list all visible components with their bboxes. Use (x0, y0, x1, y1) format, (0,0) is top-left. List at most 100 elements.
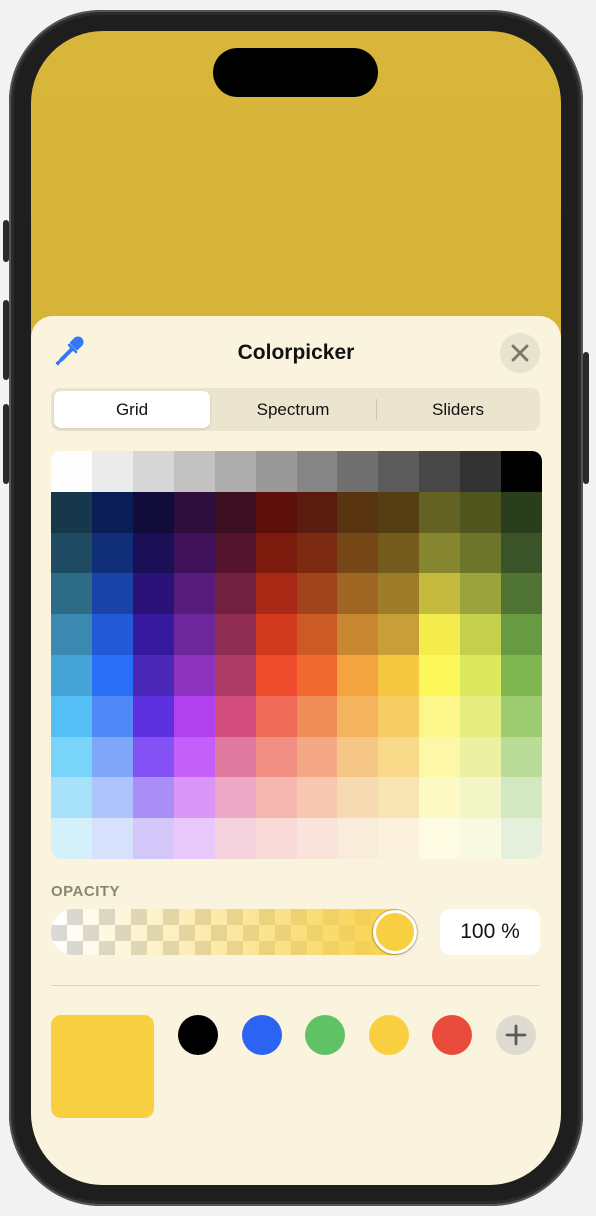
grid-color-cell[interactable] (91, 818, 133, 859)
grid-color-cell[interactable] (460, 654, 502, 696)
grid-color-cell[interactable] (296, 695, 338, 737)
grid-color-cell[interactable] (173, 614, 215, 655)
grid-color-cell[interactable] (296, 654, 338, 696)
grid-color-cell[interactable] (132, 654, 174, 696)
grid-color-cell[interactable] (214, 573, 256, 615)
grid-color-cell[interactable] (214, 491, 256, 533)
grid-color-cell[interactable] (132, 818, 174, 859)
grid-color-cell[interactable] (296, 491, 338, 533)
grid-color-cell[interactable] (173, 736, 215, 778)
grid-color-cell[interactable] (501, 491, 542, 533)
grid-color-cell[interactable] (91, 777, 133, 819)
grid-color-cell[interactable] (419, 654, 461, 696)
grid-color-cell[interactable] (378, 736, 420, 778)
grid-color-cell[interactable] (378, 614, 420, 655)
grid-color-cell[interactable] (173, 491, 215, 533)
grid-color-cell[interactable] (91, 573, 133, 615)
grid-color-cell[interactable] (296, 818, 338, 859)
grid-color-cell[interactable] (296, 777, 338, 819)
grid-color-cell[interactable] (460, 614, 502, 655)
grid-color-cell[interactable] (378, 451, 420, 492)
grid-color-cell[interactable] (378, 573, 420, 615)
grid-color-cell[interactable] (51, 614, 92, 655)
opacity-slider-thumb[interactable] (373, 910, 417, 954)
grid-color-cell[interactable] (51, 654, 92, 696)
grid-color-cell[interactable] (214, 777, 256, 819)
grid-color-cell[interactable] (173, 451, 215, 492)
grid-color-cell[interactable] (132, 451, 174, 492)
grid-color-cell[interactable] (501, 654, 542, 696)
grid-color-cell[interactable] (460, 532, 502, 574)
grid-color-cell[interactable] (460, 451, 502, 492)
grid-color-cell[interactable] (419, 573, 461, 615)
grid-color-cell[interactable] (460, 573, 502, 615)
opacity-slider[interactable] (51, 909, 417, 955)
grid-color-cell[interactable] (132, 614, 174, 655)
grid-color-cell[interactable] (91, 695, 133, 737)
grid-color-cell[interactable] (132, 736, 174, 778)
grid-color-cell[interactable] (337, 695, 379, 737)
grid-color-cell[interactable] (419, 451, 461, 492)
grid-color-cell[interactable] (173, 818, 215, 859)
grid-color-cell[interactable] (337, 777, 379, 819)
grid-color-cell[interactable] (419, 614, 461, 655)
grid-color-cell[interactable] (255, 818, 297, 859)
grid-color-cell[interactable] (255, 695, 297, 737)
grid-color-cell[interactable] (501, 614, 542, 655)
grid-color-cell[interactable] (173, 532, 215, 574)
grid-color-cell[interactable] (255, 573, 297, 615)
grid-color-cell[interactable] (51, 491, 92, 533)
grid-color-cell[interactable] (337, 818, 379, 859)
grid-color-cell[interactable] (296, 532, 338, 574)
grid-color-cell[interactable] (214, 818, 256, 859)
grid-color-cell[interactable] (501, 736, 542, 778)
tab-spectrum[interactable]: Spectrum (213, 391, 373, 428)
saved-color-red[interactable] (432, 1015, 472, 1055)
grid-color-cell[interactable] (378, 491, 420, 533)
grid-color-cell[interactable] (214, 451, 256, 492)
grid-color-cell[interactable] (337, 532, 379, 574)
grid-color-cell[interactable] (132, 573, 174, 615)
grid-color-cell[interactable] (460, 818, 502, 859)
grid-color-cell[interactable] (255, 736, 297, 778)
grid-color-cell[interactable] (460, 491, 502, 533)
tab-grid[interactable]: Grid (54, 391, 210, 428)
grid-color-cell[interactable] (91, 451, 133, 492)
grid-color-cell[interactable] (419, 818, 461, 859)
grid-color-cell[interactable] (419, 491, 461, 533)
grid-color-cell[interactable] (501, 818, 542, 859)
grid-color-cell[interactable] (337, 614, 379, 655)
grid-color-cell[interactable] (91, 491, 133, 533)
grid-color-cell[interactable] (501, 573, 542, 615)
current-color-swatch[interactable] (51, 1015, 154, 1118)
grid-color-cell[interactable] (91, 614, 133, 655)
grid-color-cell[interactable] (132, 532, 174, 574)
grid-color-cell[interactable] (296, 614, 338, 655)
grid-color-cell[interactable] (173, 654, 215, 696)
grid-color-cell[interactable] (378, 532, 420, 574)
grid-color-cell[interactable] (51, 451, 92, 492)
grid-color-cell[interactable] (255, 654, 297, 696)
grid-color-cell[interactable] (460, 695, 502, 737)
grid-color-cell[interactable] (378, 777, 420, 819)
grid-color-cell[interactable] (337, 573, 379, 615)
tab-sliders[interactable]: Sliders (379, 391, 537, 428)
grid-color-cell[interactable] (255, 777, 297, 819)
grid-color-cell[interactable] (51, 695, 92, 737)
grid-color-cell[interactable] (296, 451, 338, 492)
grid-color-cell[interactable] (132, 777, 174, 819)
grid-color-cell[interactable] (460, 736, 502, 778)
grid-color-cell[interactable] (378, 654, 420, 696)
grid-color-cell[interactable] (378, 695, 420, 737)
grid-color-cell[interactable] (337, 736, 379, 778)
grid-color-cell[interactable] (173, 777, 215, 819)
grid-color-cell[interactable] (419, 532, 461, 574)
grid-color-cell[interactable] (214, 695, 256, 737)
grid-color-cell[interactable] (51, 818, 92, 859)
grid-color-cell[interactable] (51, 573, 92, 615)
add-color-button[interactable] (496, 1015, 536, 1055)
saved-color-black[interactable] (178, 1015, 218, 1055)
grid-color-cell[interactable] (501, 532, 542, 574)
grid-color-cell[interactable] (51, 777, 92, 819)
grid-color-cell[interactable] (214, 614, 256, 655)
